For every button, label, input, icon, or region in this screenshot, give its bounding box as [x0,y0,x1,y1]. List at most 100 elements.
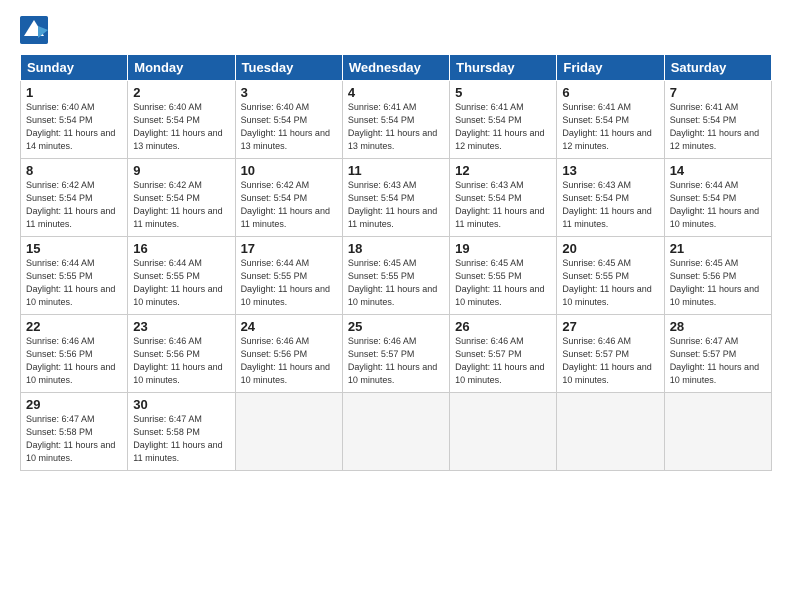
day-number: 12 [455,163,551,178]
day-info: Sunrise: 6:41 AMSunset: 5:54 PMDaylight:… [670,102,759,151]
day-info: Sunrise: 6:43 AMSunset: 5:54 PMDaylight:… [455,180,544,229]
col-header-friday: Friday [557,55,664,81]
calendar-cell: 2 Sunrise: 6:40 AMSunset: 5:54 PMDayligh… [128,81,235,159]
day-info: Sunrise: 6:42 AMSunset: 5:54 PMDaylight:… [26,180,115,229]
calendar-cell: 29 Sunrise: 6:47 AMSunset: 5:58 PMDaylig… [21,393,128,471]
calendar-cell: 5 Sunrise: 6:41 AMSunset: 5:54 PMDayligh… [450,81,557,159]
calendar-table: SundayMondayTuesdayWednesdayThursdayFrid… [20,54,772,471]
calendar-cell: 23 Sunrise: 6:46 AMSunset: 5:56 PMDaylig… [128,315,235,393]
calendar-cell: 12 Sunrise: 6:43 AMSunset: 5:54 PMDaylig… [450,159,557,237]
calendar-cell: 26 Sunrise: 6:46 AMSunset: 5:57 PMDaylig… [450,315,557,393]
calendar-cell: 3 Sunrise: 6:40 AMSunset: 5:54 PMDayligh… [235,81,342,159]
day-number: 22 [26,319,122,334]
col-header-wednesday: Wednesday [342,55,449,81]
calendar-cell: 9 Sunrise: 6:42 AMSunset: 5:54 PMDayligh… [128,159,235,237]
day-info: Sunrise: 6:46 AMSunset: 5:57 PMDaylight:… [562,336,651,385]
calendar-cell: 6 Sunrise: 6:41 AMSunset: 5:54 PMDayligh… [557,81,664,159]
calendar-cell: 25 Sunrise: 6:46 AMSunset: 5:57 PMDaylig… [342,315,449,393]
day-number: 28 [670,319,766,334]
col-header-monday: Monday [128,55,235,81]
calendar-cell: 8 Sunrise: 6:42 AMSunset: 5:54 PMDayligh… [21,159,128,237]
day-number: 7 [670,85,766,100]
calendar-cell: 15 Sunrise: 6:44 AMSunset: 5:55 PMDaylig… [21,237,128,315]
day-info: Sunrise: 6:47 AMSunset: 5:58 PMDaylight:… [26,414,115,463]
day-info: Sunrise: 6:46 AMSunset: 5:57 PMDaylight:… [455,336,544,385]
day-number: 13 [562,163,658,178]
day-number: 26 [455,319,551,334]
day-number: 5 [455,85,551,100]
day-number: 17 [241,241,337,256]
day-number: 16 [133,241,229,256]
calendar-cell: 24 Sunrise: 6:46 AMSunset: 5:56 PMDaylig… [235,315,342,393]
day-number: 29 [26,397,122,412]
day-info: Sunrise: 6:47 AMSunset: 5:58 PMDaylight:… [133,414,222,463]
day-info: Sunrise: 6:45 AMSunset: 5:56 PMDaylight:… [670,258,759,307]
col-header-saturday: Saturday [664,55,771,81]
day-number: 21 [670,241,766,256]
logo [20,16,52,44]
day-info: Sunrise: 6:43 AMSunset: 5:54 PMDaylight:… [348,180,437,229]
day-number: 23 [133,319,229,334]
calendar-cell [342,393,449,471]
day-info: Sunrise: 6:41 AMSunset: 5:54 PMDaylight:… [562,102,651,151]
day-info: Sunrise: 6:46 AMSunset: 5:56 PMDaylight:… [26,336,115,385]
calendar-cell: 13 Sunrise: 6:43 AMSunset: 5:54 PMDaylig… [557,159,664,237]
calendar-cell: 11 Sunrise: 6:43 AMSunset: 5:54 PMDaylig… [342,159,449,237]
day-info: Sunrise: 6:46 AMSunset: 5:56 PMDaylight:… [133,336,222,385]
day-number: 24 [241,319,337,334]
day-info: Sunrise: 6:46 AMSunset: 5:57 PMDaylight:… [348,336,437,385]
day-number: 6 [562,85,658,100]
day-info: Sunrise: 6:41 AMSunset: 5:54 PMDaylight:… [348,102,437,151]
calendar-cell [664,393,771,471]
day-number: 4 [348,85,444,100]
calendar-cell: 28 Sunrise: 6:47 AMSunset: 5:57 PMDaylig… [664,315,771,393]
day-number: 30 [133,397,229,412]
calendar-cell: 27 Sunrise: 6:46 AMSunset: 5:57 PMDaylig… [557,315,664,393]
calendar-cell [450,393,557,471]
calendar-cell: 16 Sunrise: 6:44 AMSunset: 5:55 PMDaylig… [128,237,235,315]
day-number: 19 [455,241,551,256]
day-number: 3 [241,85,337,100]
day-number: 2 [133,85,229,100]
calendar-cell: 4 Sunrise: 6:41 AMSunset: 5:54 PMDayligh… [342,81,449,159]
day-number: 18 [348,241,444,256]
day-number: 15 [26,241,122,256]
day-info: Sunrise: 6:42 AMSunset: 5:54 PMDaylight:… [241,180,330,229]
day-info: Sunrise: 6:44 AMSunset: 5:55 PMDaylight:… [133,258,222,307]
calendar-cell: 7 Sunrise: 6:41 AMSunset: 5:54 PMDayligh… [664,81,771,159]
day-info: Sunrise: 6:41 AMSunset: 5:54 PMDaylight:… [455,102,544,151]
calendar-cell [235,393,342,471]
day-info: Sunrise: 6:43 AMSunset: 5:54 PMDaylight:… [562,180,651,229]
day-number: 25 [348,319,444,334]
calendar-cell: 21 Sunrise: 6:45 AMSunset: 5:56 PMDaylig… [664,237,771,315]
day-number: 10 [241,163,337,178]
day-info: Sunrise: 6:42 AMSunset: 5:54 PMDaylight:… [133,180,222,229]
calendar-cell: 30 Sunrise: 6:47 AMSunset: 5:58 PMDaylig… [128,393,235,471]
day-number: 1 [26,85,122,100]
day-info: Sunrise: 6:47 AMSunset: 5:57 PMDaylight:… [670,336,759,385]
day-info: Sunrise: 6:46 AMSunset: 5:56 PMDaylight:… [241,336,330,385]
day-info: Sunrise: 6:40 AMSunset: 5:54 PMDaylight:… [133,102,222,151]
calendar-cell: 19 Sunrise: 6:45 AMSunset: 5:55 PMDaylig… [450,237,557,315]
day-number: 27 [562,319,658,334]
calendar-cell: 10 Sunrise: 6:42 AMSunset: 5:54 PMDaylig… [235,159,342,237]
day-number: 20 [562,241,658,256]
calendar-cell [557,393,664,471]
col-header-tuesday: Tuesday [235,55,342,81]
day-info: Sunrise: 6:45 AMSunset: 5:55 PMDaylight:… [348,258,437,307]
day-number: 11 [348,163,444,178]
calendar-cell: 18 Sunrise: 6:45 AMSunset: 5:55 PMDaylig… [342,237,449,315]
col-header-sunday: Sunday [21,55,128,81]
day-number: 8 [26,163,122,178]
day-info: Sunrise: 6:40 AMSunset: 5:54 PMDaylight:… [241,102,330,151]
col-header-thursday: Thursday [450,55,557,81]
calendar-cell: 22 Sunrise: 6:46 AMSunset: 5:56 PMDaylig… [21,315,128,393]
day-info: Sunrise: 6:45 AMSunset: 5:55 PMDaylight:… [455,258,544,307]
calendar-cell: 20 Sunrise: 6:45 AMSunset: 5:55 PMDaylig… [557,237,664,315]
day-number: 14 [670,163,766,178]
day-info: Sunrise: 6:45 AMSunset: 5:55 PMDaylight:… [562,258,651,307]
day-info: Sunrise: 6:44 AMSunset: 5:54 PMDaylight:… [670,180,759,229]
calendar-cell: 17 Sunrise: 6:44 AMSunset: 5:55 PMDaylig… [235,237,342,315]
day-info: Sunrise: 6:40 AMSunset: 5:54 PMDaylight:… [26,102,115,151]
calendar-cell: 1 Sunrise: 6:40 AMSunset: 5:54 PMDayligh… [21,81,128,159]
